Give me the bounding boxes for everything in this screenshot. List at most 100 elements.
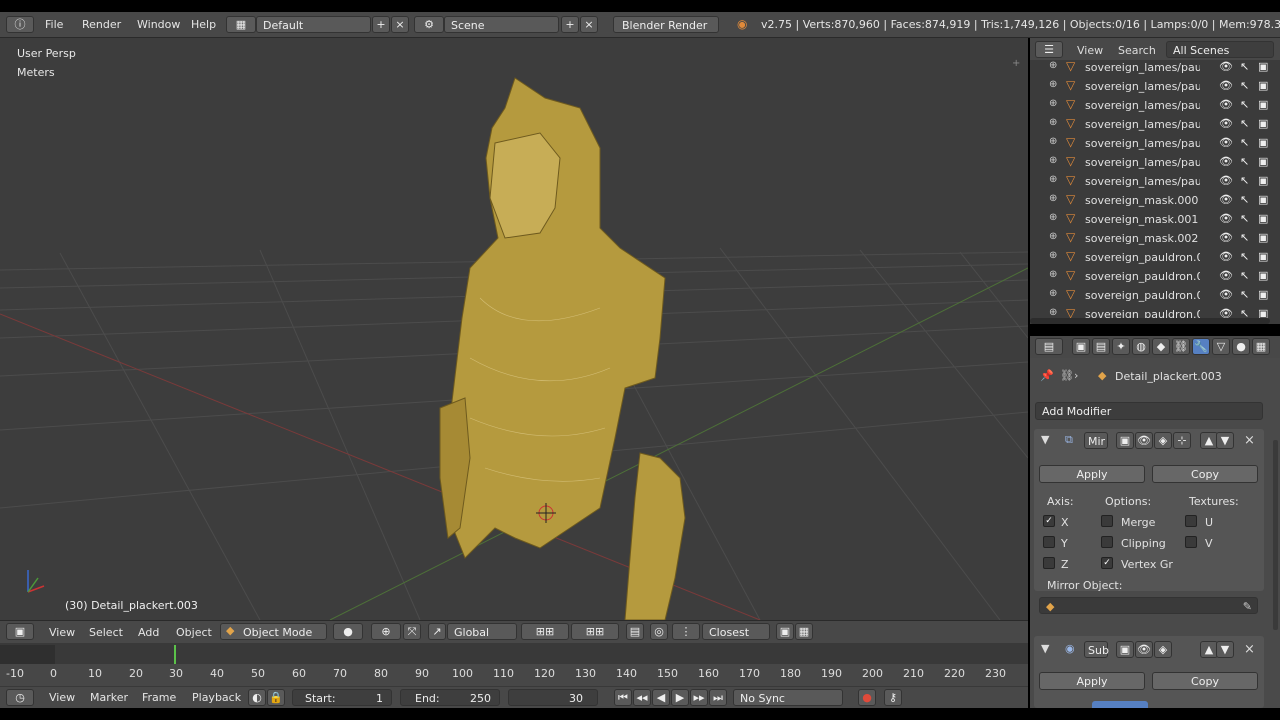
axis-x-checkbox[interactable]: ✓ [1043,515,1055,527]
outliner-menu-view[interactable]: View [1077,44,1103,57]
selectable-arrow-icon[interactable]: ↖ [1240,174,1249,187]
render-engine-select[interactable]: Blender Render [613,16,719,33]
mirror-copy-button[interactable]: Copy [1152,465,1258,483]
collapse-arrow-icon[interactable]: ▼ [1041,433,1049,446]
add-screen-icon[interactable]: + [372,16,390,33]
renderable-camera-icon[interactable]: ▣ [1258,250,1268,263]
expand-icon[interactable]: ⊕ [1049,79,1057,90]
keying-set-icon[interactable]: ⚷ [884,689,902,706]
outliner-row[interactable]: ⊕ ▽ sovereign_pauldron.002 👁 ↖ ▣ [1030,286,1274,305]
playhead[interactable] [174,645,176,665]
material-tab-icon[interactable]: ● [1232,338,1250,355]
expand-icon[interactable]: ⊕ [1049,98,1057,109]
menu-help[interactable]: Help [191,18,216,31]
record-icon[interactable]: ● [858,689,876,706]
expand-icon[interactable]: ⊕ [1049,212,1057,223]
outliner-row[interactable]: ⊕ ▽ sovereign_lames/pauldron.0 👁 ↖ ▣ [1030,172,1274,191]
cage-toggle-icon[interactable]: ⊹ [1173,432,1191,449]
axis-y-checkbox[interactable] [1043,536,1055,548]
expand-icon[interactable]: ⊕ [1049,231,1057,242]
visibility-eye-icon[interactable]: 👁 [1219,231,1233,244]
visibility-eye-icon[interactable]: 👁 [1219,212,1233,225]
3d-viewport[interactable]: User Persp Meters (30) Detail_plackert.0… [0,38,1028,620]
expand-icon[interactable]: ⊕ [1049,193,1057,204]
renderable-camera-icon[interactable]: ▣ [1258,60,1268,73]
menu-window[interactable]: Window [137,18,180,31]
texture-tab-icon[interactable]: ▦ [1252,338,1270,355]
outliner-scrollbar[interactable] [1030,318,1270,324]
lock-icon[interactable]: 🔒 [267,689,285,706]
transform-icon[interactable]: ↗ [428,623,446,640]
data-tab-icon[interactable]: ▽ [1212,338,1230,355]
renderable-camera-icon[interactable]: ▣ [1258,193,1268,206]
selectable-arrow-icon[interactable]: ↖ [1240,60,1249,73]
renderable-camera-icon[interactable]: ▣ [1258,136,1268,149]
viewport-shading-icon[interactable]: ● [333,623,363,640]
screen-layout-icon[interactable]: ▦ [226,16,256,33]
constraints-tab-icon[interactable]: ⛓ [1172,338,1190,355]
expand-icon[interactable]: ⊕ [1049,117,1057,128]
selectable-arrow-icon[interactable]: ↖ [1240,269,1249,282]
selectable-arrow-icon[interactable]: ↖ [1240,136,1249,149]
eyedropper-icon[interactable]: ✎ [1243,598,1252,615]
render-still-icon[interactable]: ▣ [776,623,794,640]
mirror-object-field[interactable]: ◆ ✎ [1039,597,1258,614]
editor-type-timeline-icon[interactable]: ◷ [6,689,34,706]
outliner-row[interactable]: ⊕ ▽ sovereign_mask.000 👁 ↖ ▣ [1030,191,1274,210]
render-toggle-icon[interactable]: 👁 [1135,432,1153,449]
timeline-ruler[interactable]: -10 0 10 20 30 40 50 60 70 80 90 100 110… [0,664,1028,686]
subsurf-remove-icon[interactable]: × [1244,642,1255,657]
outliner-row[interactable]: ⊕ ▽ sovereign_lames/pauldron.0 👁 ↖ ▣ [1030,77,1274,96]
menu-playback[interactable]: Playback [192,691,241,704]
renderable-camera-icon[interactable]: ▣ [1258,174,1268,187]
mirror-name-field[interactable]: Mir [1084,432,1108,449]
screen-layout-field[interactable]: Default [256,16,371,33]
visibility-eye-icon[interactable]: 👁 [1219,155,1233,168]
layers-right-icon[interactable]: ⊞⊞ [571,623,619,640]
subsurf-copy-button[interactable]: Copy [1152,672,1258,690]
subsurf-collapse-arrow-icon[interactable]: ▼ [1041,642,1049,655]
render-layers-tab-icon[interactable]: ▤ [1092,338,1110,355]
delete-scene-icon[interactable]: × [580,16,598,33]
outliner-row[interactable]: ⊕ ▽ sovereign_pauldron.000 👁 ↖ ▣ [1030,248,1274,267]
outliner-display-select[interactable]: All Scenes [1166,41,1274,58]
renderable-camera-icon[interactable]: ▣ [1258,117,1268,130]
visibility-eye-icon[interactable]: 👁 [1219,269,1233,282]
subsurf-render-icon[interactable]: 👁 [1135,641,1153,658]
renderable-camera-icon[interactable]: ▣ [1258,212,1268,225]
current-frame-field[interactable]: 30 [508,689,598,706]
visibility-eye-icon[interactable]: 👁 [1219,98,1233,111]
menu-select[interactable]: Select [89,626,123,639]
visibility-eye-icon[interactable]: 👁 [1219,250,1233,263]
pivot-point-icon[interactable]: ⊕ [371,623,401,640]
modifiers-tab-icon[interactable]: 🔧 [1192,338,1210,355]
proportional-edit-icon[interactable]: ◎ [650,623,668,640]
texture-v-checkbox[interactable] [1185,536,1197,548]
subsurf-realtime-icon[interactable]: ◈ [1154,641,1172,658]
visibility-eye-icon[interactable]: 👁 [1219,117,1233,130]
menu-file[interactable]: File [45,18,63,31]
selectable-arrow-icon[interactable]: ↖ [1240,212,1249,225]
use-preview-range-icon[interactable]: ◐ [248,689,266,706]
orientation-select[interactable]: Global [447,623,517,640]
manipulator-icon[interactable]: ⤧ [403,623,421,640]
expand-icon[interactable]: ⊕ [1049,174,1057,185]
selectable-arrow-icon[interactable]: ↖ [1240,231,1249,244]
world-tab-icon[interactable]: ◍ [1132,338,1150,355]
selectable-arrow-icon[interactable]: ↖ [1240,117,1249,130]
object-tab-icon[interactable]: ◆ [1152,338,1170,355]
selectable-arrow-icon[interactable]: ↖ [1240,193,1249,206]
outliner-row[interactable]: ⊕ ▽ sovereign_mask.001 👁 ↖ ▣ [1030,210,1274,229]
selectable-arrow-icon[interactable]: ↖ [1240,79,1249,92]
clipping-checkbox[interactable] [1101,536,1113,548]
visibility-eye-icon[interactable]: 👁 [1219,193,1233,206]
expand-icon[interactable]: ⊕ [1049,288,1057,299]
editor-type-outliner-icon[interactable]: ☰ [1035,41,1063,58]
selectable-arrow-icon[interactable]: ↖ [1240,155,1249,168]
outliner-row[interactable]: ⊕ ▽ sovereign_pauldron.001 👁 ↖ ▣ [1030,267,1274,286]
jump-end-icon[interactable]: ⏭ [709,689,727,706]
prev-keyframe-icon[interactable]: ◂◂ [633,689,651,706]
editmode-toggle-icon[interactable]: ▣ [1116,432,1134,449]
renderable-camera-icon[interactable]: ▣ [1258,231,1268,244]
expand-icon[interactable]: ⊕ [1049,269,1057,280]
